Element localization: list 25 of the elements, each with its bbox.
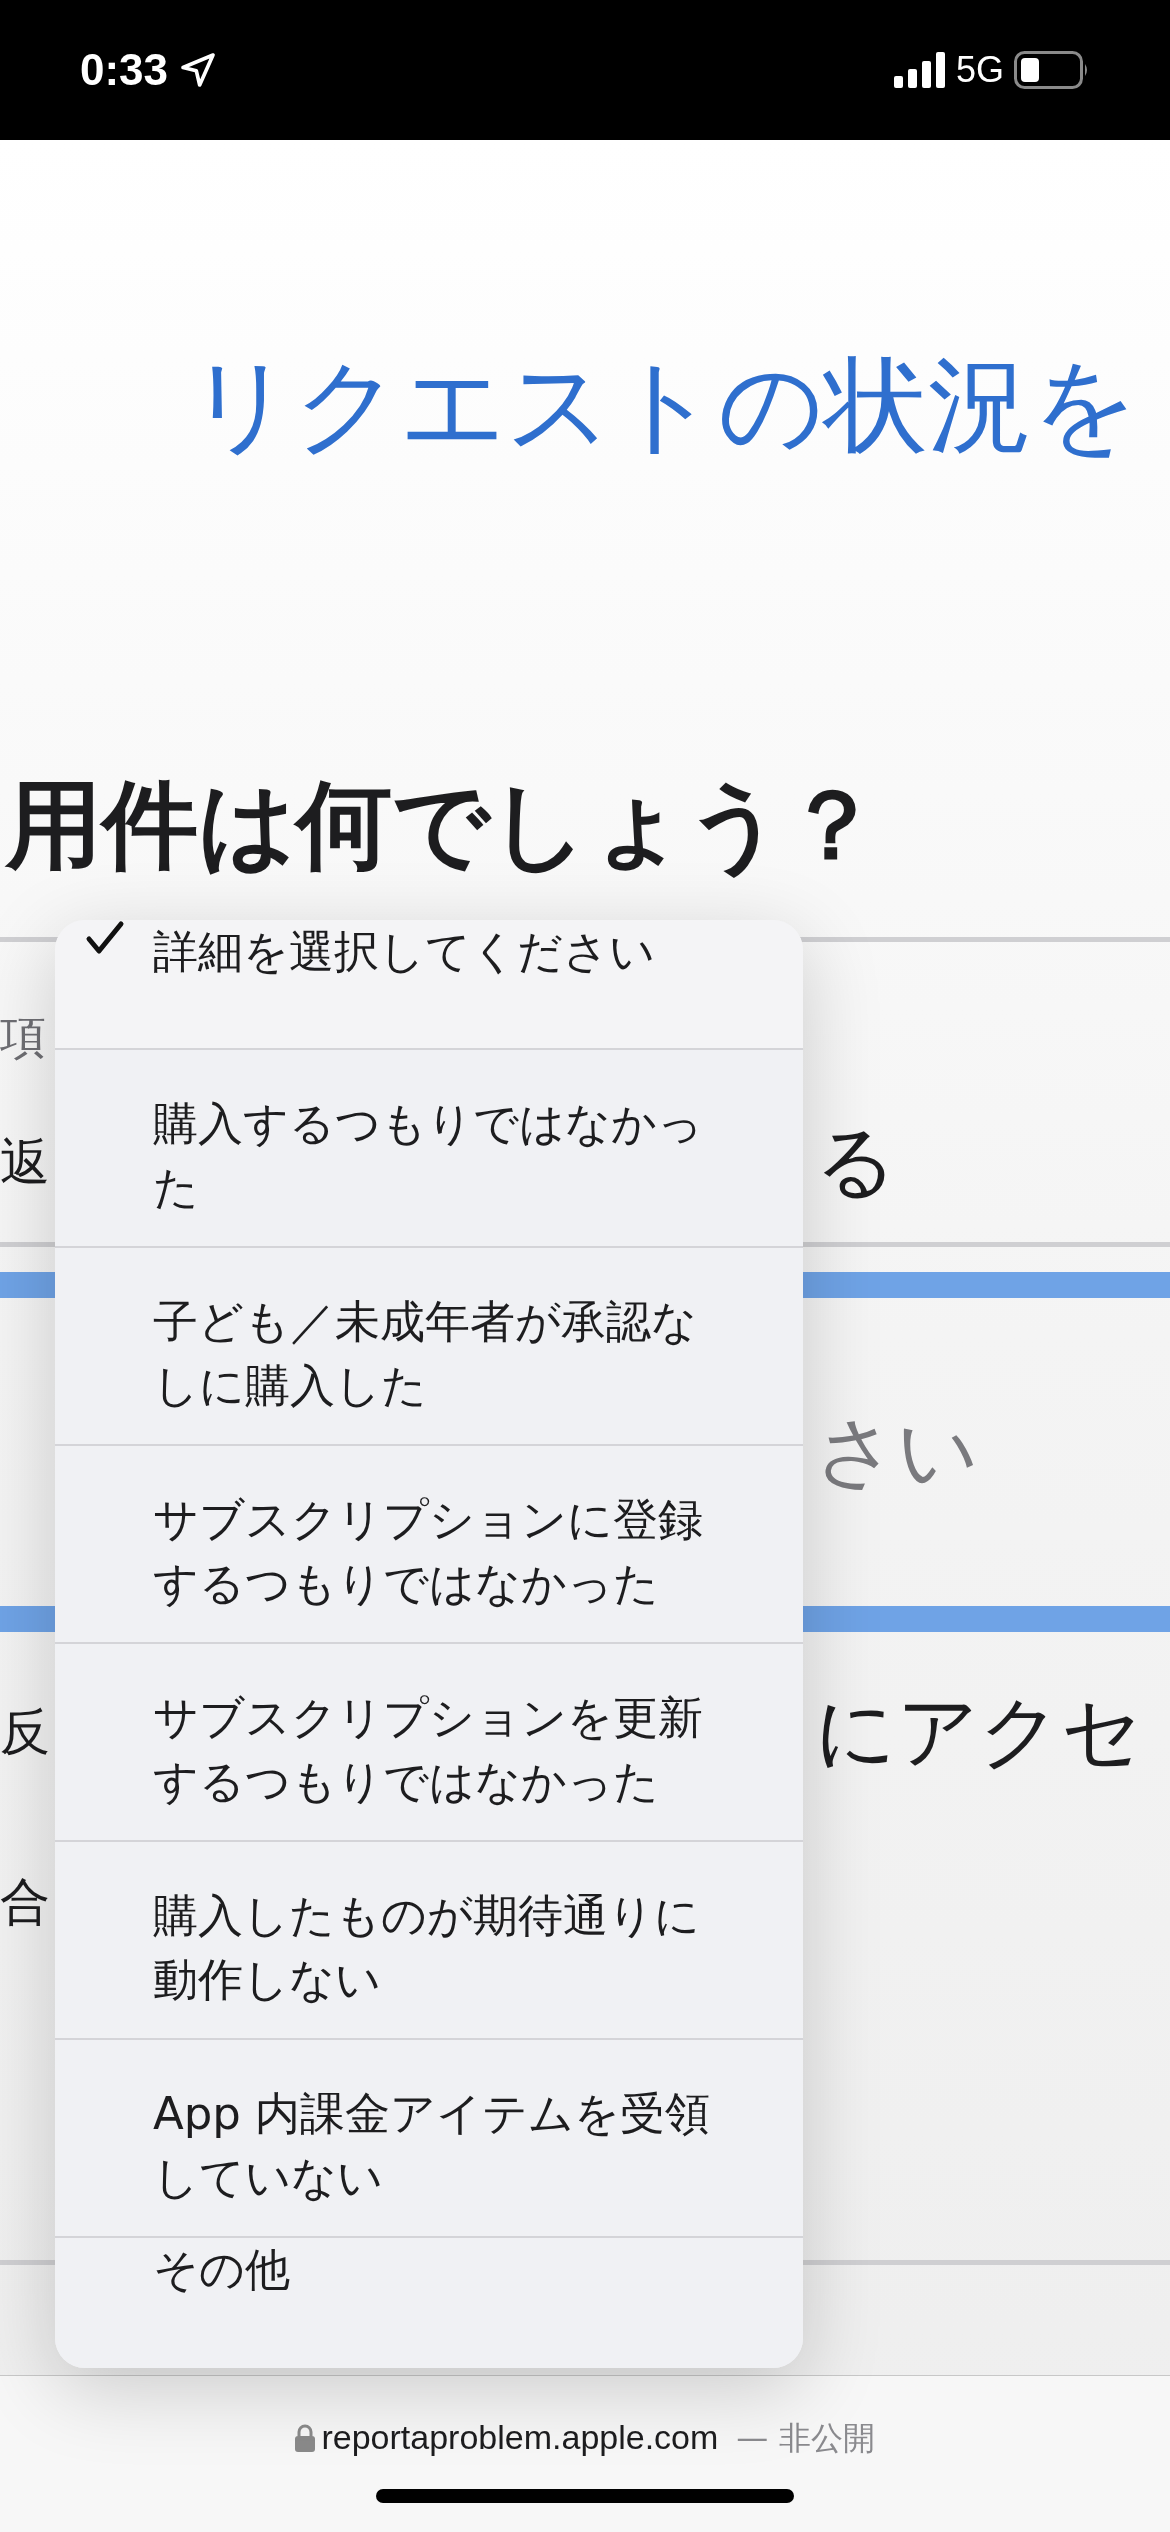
field-label: 項	[0, 1009, 46, 1066]
menu-item[interactable]: 購入するつもりではなかった	[55, 1050, 803, 1248]
menu-item[interactable]: 購入したものが期待通りに動作しない	[55, 1842, 803, 2040]
field-value: る	[815, 1114, 897, 1210]
field-value: 返	[0, 1131, 50, 1193]
menu-item[interactable]: その他	[55, 2238, 803, 2368]
field-value: にアクセ	[815, 1684, 1143, 1780]
field-value: 合	[0, 1871, 50, 1933]
home-indicator[interactable]	[376, 2489, 794, 2503]
menu-item[interactable]: サブスクリプションを更新するつもりではなかった	[55, 1644, 803, 1842]
menu-item[interactable]: サブスクリプションに登録するつもりではなかった	[55, 1446, 803, 1644]
page-heading: リクエストの状況を	[188, 343, 1139, 468]
checkmark-icon	[85, 920, 125, 956]
time: 0:33	[80, 44, 169, 96]
question-heading: 用件は何でしょう？	[6, 768, 881, 883]
privacy-note: — 非公開	[736, 2417, 875, 2459]
menu-item[interactable]: App 内課金アイテムを受領していない	[55, 2040, 803, 2238]
network-type: 5G	[955, 48, 1004, 92]
menu-item[interactable]: 子ども／未成年者が承認なしに購入した	[55, 1248, 803, 1446]
field-value: 反	[0, 1701, 50, 1763]
battery-icon	[1014, 51, 1090, 89]
lock-icon	[295, 2423, 316, 2452]
menu-item[interactable]: 詳細を選択してください	[55, 920, 803, 1050]
url-text[interactable]: reportaproblem.apple.com	[321, 2412, 719, 2463]
signal-icon	[893, 52, 946, 88]
